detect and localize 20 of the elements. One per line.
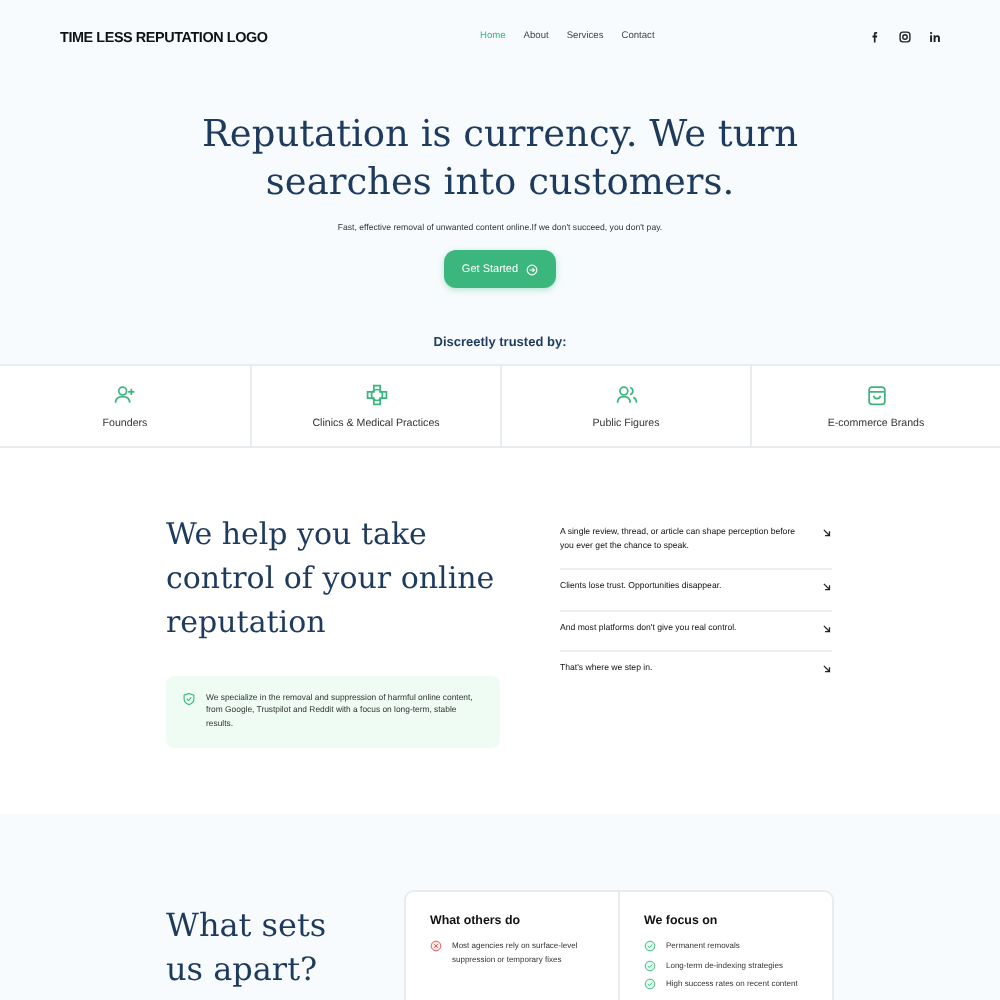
medical-cross-icon	[365, 383, 387, 405]
shield-check-icon	[182, 692, 196, 706]
arrow-icon	[822, 582, 832, 592]
arrow-circle-icon	[526, 263, 539, 275]
hero-title: Reputation is currency. We turn searches into customers.	[199, 112, 801, 208]
people-icon	[615, 383, 637, 405]
arrow-icon	[822, 623, 832, 633]
x-circle-icon	[430, 940, 442, 952]
instagram-icon[interactable]	[898, 29, 912, 43]
arrow-icon	[822, 528, 832, 538]
check-circle-icon	[644, 940, 656, 952]
facebook-icon[interactable]	[868, 29, 882, 43]
check-circle-icon	[644, 978, 656, 990]
check-circle-icon	[644, 959, 656, 971]
person-add-icon	[114, 383, 136, 405]
linkedin-icon[interactable]	[928, 29, 942, 43]
section-heading: What sets us apart?	[166, 904, 329, 992]
arrow-icon	[822, 664, 832, 674]
section-heading: We help you take control of your online reputation	[166, 514, 497, 644]
shopping-bag-icon	[865, 383, 887, 405]
